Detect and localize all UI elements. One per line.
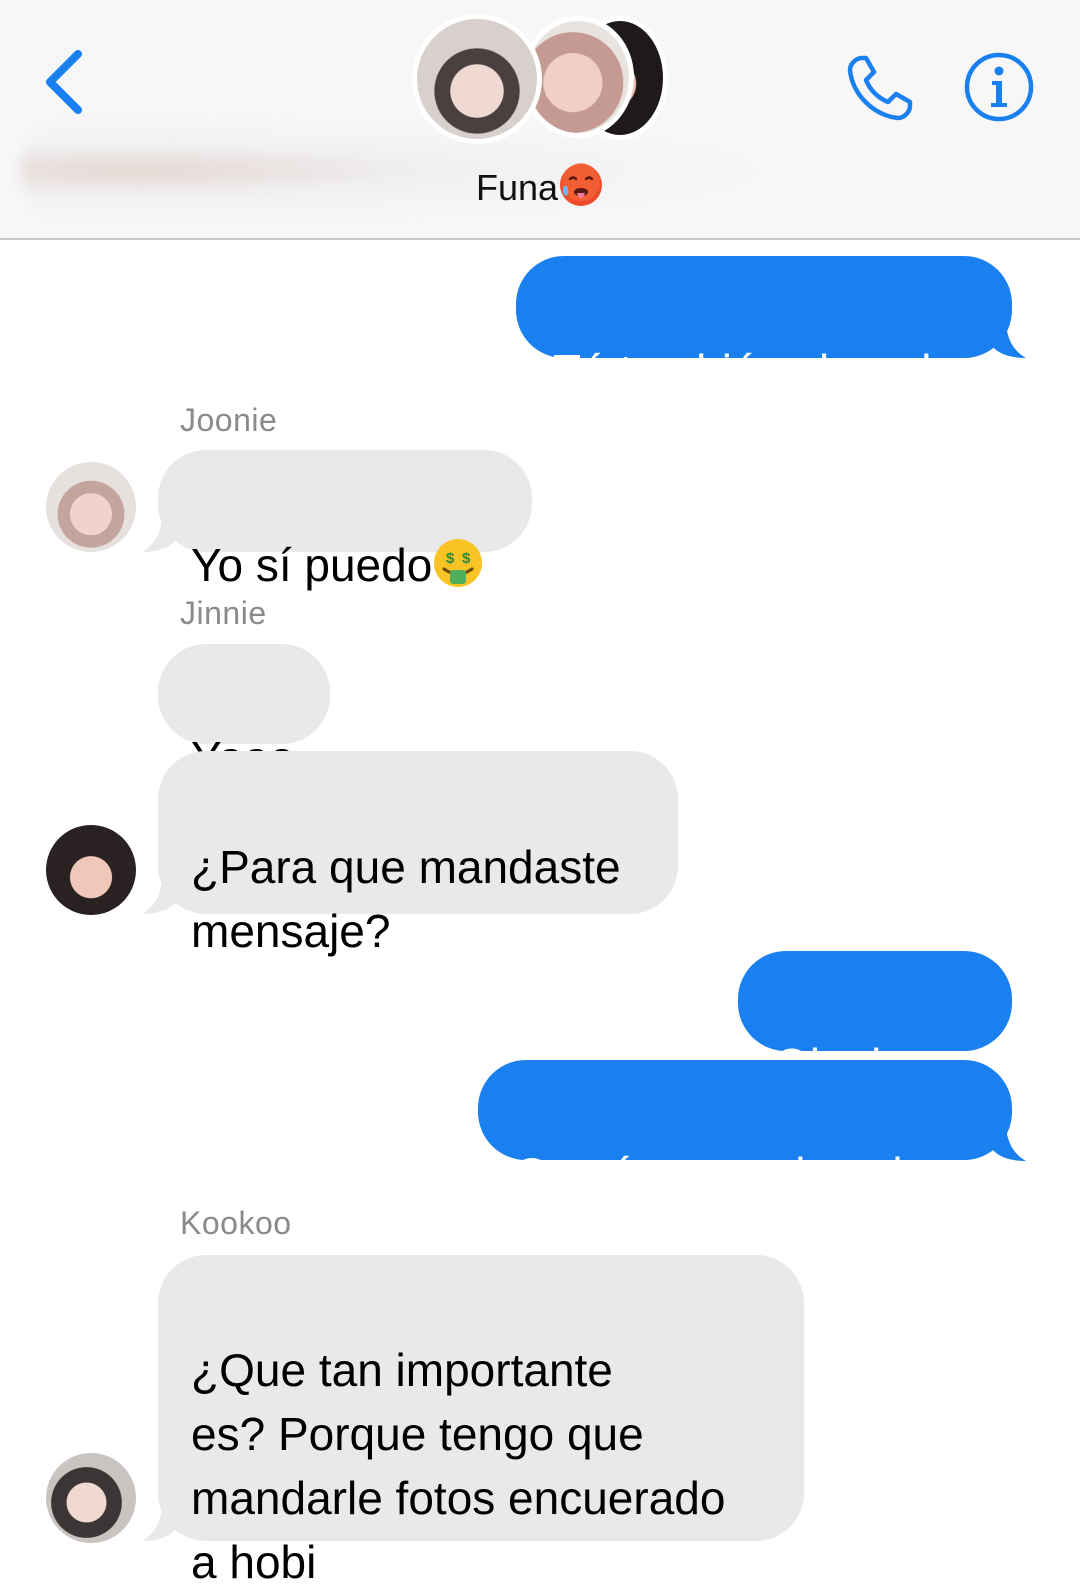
outgoing-message-bubble[interactable]: Tú también chupala: [516, 256, 1012, 397]
outgoing-message-bubble[interactable]: Quería contarles algo: [478, 1060, 1012, 1200]
message-text: Quería contarles algo: [514, 1148, 954, 1200]
phone-icon: [847, 55, 913, 121]
call-button[interactable]: [842, 50, 918, 126]
message-text: ¿Que tan importante es? Porque tengo que…: [191, 1344, 726, 1588]
message-text: ¿Para que mandaste mensaje?: [191, 841, 621, 957]
conversation-title[interactable]: Funa: [0, 162, 1080, 209]
conversation-title-text: Funa: [475, 167, 559, 208]
bubble-tail: [992, 324, 1026, 358]
sender-name: Kookoo: [180, 1205, 292, 1241]
bubble-tail: [142, 880, 176, 914]
outgoing-message-bubble[interactable]: Oh cierto: [738, 951, 1012, 1091]
avatar[interactable]: [46, 1453, 136, 1543]
incoming-message-bubble[interactable]: Yo sí puedo $ $: [158, 450, 532, 591]
info-button[interactable]: [962, 50, 1036, 124]
chevron-left-icon: [46, 50, 82, 114]
conversation-header: Funa: [0, 0, 1080, 240]
svg-text:$: $: [462, 550, 471, 567]
message-text: Yo sí puedo: [191, 539, 433, 591]
bubble-tail: [992, 1127, 1026, 1161]
message-text: Tú también chupala: [553, 345, 958, 397]
sender-name: Joonie: [180, 402, 278, 438]
incoming-message-bubble[interactable]: Yaaa: [158, 644, 330, 784]
bubble-tail: [142, 518, 176, 552]
group-avatar-stack[interactable]: [410, 10, 670, 144]
money-mouth-face-emoji-icon: $ $: [434, 539, 483, 587]
back-button[interactable]: [40, 44, 96, 120]
avatar[interactable]: [46, 825, 136, 915]
svg-text:$: $: [446, 550, 455, 567]
info-icon: [964, 52, 1034, 122]
incoming-message-bubble[interactable]: ¿Para que mandaste mensaje?: [158, 751, 678, 957]
bubble-tail: [142, 1507, 176, 1541]
hot-face-emoji-icon: [560, 163, 603, 206]
avatar[interactable]: [46, 462, 136, 552]
group-member-avatar: [412, 14, 542, 144]
sender-name: Jinnie: [180, 595, 267, 631]
incoming-message-bubble[interactable]: ¿Que tan importante es? Porque tengo que…: [158, 1255, 804, 1588]
